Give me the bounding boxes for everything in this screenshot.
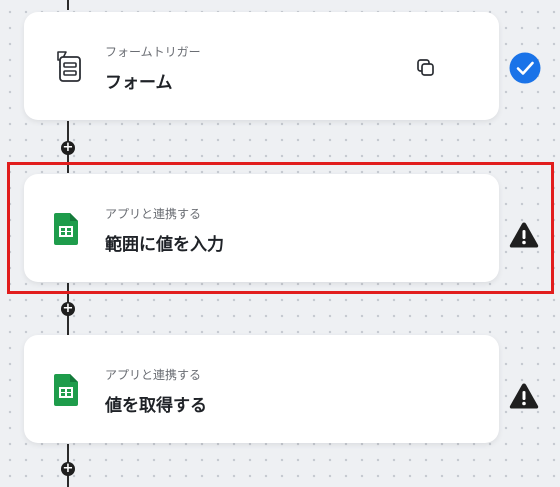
flow-connector-line <box>67 0 69 10</box>
step-title: フォーム <box>105 73 173 93</box>
form-trigger-icon <box>52 49 84 83</box>
step-type-label: フォームトリガー <box>105 45 201 59</box>
warning-icon <box>509 382 539 410</box>
google-sheets-icon <box>54 374 78 406</box>
add-step-button[interactable]: + <box>61 302 75 316</box>
step-title: 値を取得する <box>105 396 207 416</box>
add-step-button[interactable]: + <box>61 141 75 155</box>
step-type-label: アプリと連携する <box>105 368 202 382</box>
add-step-button[interactable]: + <box>61 462 75 476</box>
workflow-canvas: { "steps": [ { "subtitle": "フォームトリガー", "… <box>0 0 560 487</box>
check-circle-icon <box>509 52 541 84</box>
highlight-box <box>7 162 554 294</box>
copy-icon[interactable] <box>416 58 436 78</box>
step-card-form-trigger[interactable]: フォームトリガー フォーム <box>24 12 499 120</box>
step-card-sheets-get-values[interactable]: アプリと連携する 値を取得する <box>24 335 499 443</box>
